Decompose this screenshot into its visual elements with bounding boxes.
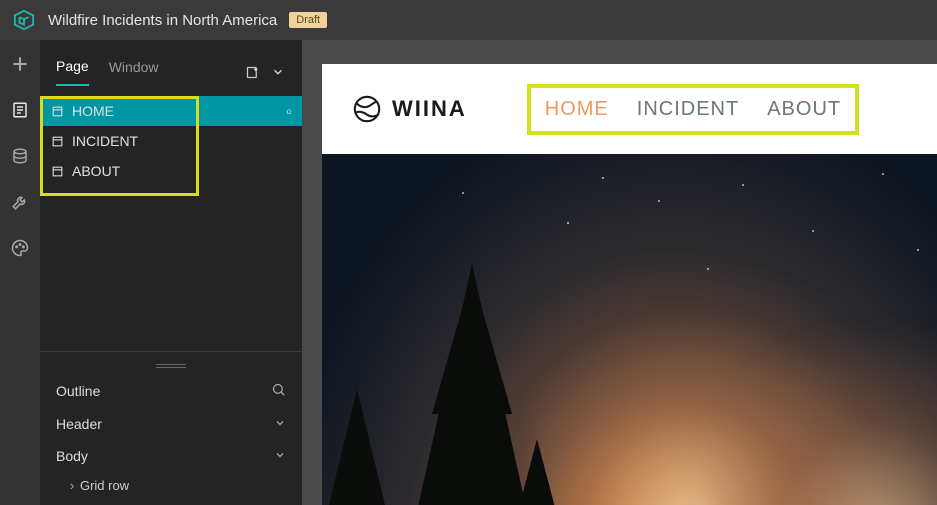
tab-page[interactable]: Page — [56, 58, 89, 86]
outline-title-row[interactable]: Outline — [40, 374, 302, 408]
draft-badge: Draft — [289, 12, 327, 28]
theme-icon[interactable] — [8, 236, 32, 260]
brand: WIINA — [352, 94, 467, 124]
add-page-icon[interactable] — [244, 64, 260, 80]
page-item-about[interactable]: ABOUT — [40, 156, 302, 186]
add-icon[interactable] — [8, 52, 32, 76]
search-icon[interactable] — [271, 382, 286, 400]
page-item-incident[interactable]: INCIDENT — [40, 126, 302, 156]
hero-image — [322, 154, 937, 505]
canvas: WIINA HOME INCIDENT ABOUT — [302, 40, 937, 505]
topbar: Wildfire Incidents in North America Draf… — [0, 0, 937, 40]
app-title: Wildfire Incidents in North America — [48, 12, 277, 29]
home-icon — [286, 103, 302, 119]
outline-header-label: Header — [56, 416, 102, 432]
outline-body-row[interactable]: Body — [40, 440, 302, 472]
chevron-down-icon — [274, 417, 286, 432]
brand-globe-icon — [352, 94, 382, 124]
page-icon — [50, 164, 64, 178]
tools-icon[interactable] — [8, 190, 32, 214]
data-icon[interactable] — [8, 144, 32, 168]
side-tabs: Page Window — [40, 48, 302, 86]
page-label: HOME — [72, 103, 114, 119]
icon-rail — [0, 40, 40, 505]
page-label: INCIDENT — [72, 133, 138, 149]
page-icon — [50, 104, 64, 118]
page-label: ABOUT — [72, 163, 120, 179]
nav-about[interactable]: ABOUT — [767, 98, 841, 121]
chevron-down-icon[interactable] — [270, 64, 286, 80]
side-panel: Page Window HOME — [40, 40, 302, 505]
outline-label: Outline — [56, 383, 100, 399]
tab-window[interactable]: Window — [109, 59, 159, 85]
page-icon — [50, 134, 64, 148]
nav-home[interactable]: HOME — [545, 98, 609, 121]
outline-grid-label: Grid row — [80, 478, 129, 493]
nav-highlight-box: HOME INCIDENT ABOUT — [527, 84, 859, 135]
nav-incident[interactable]: INCIDENT — [637, 98, 739, 121]
outline-body-label: Body — [56, 448, 88, 464]
brand-text: WIINA — [392, 96, 467, 122]
outline-header-row[interactable]: Header — [40, 408, 302, 440]
page-item-home-row[interactable]: HOME — [40, 96, 302, 126]
app-logo-icon — [12, 8, 36, 32]
outline-grid-row[interactable]: Grid row — [40, 472, 302, 499]
outline-panel: Outline Header Body Grid row — [40, 351, 302, 505]
drag-handle[interactable] — [40, 358, 302, 374]
preview-header: WIINA HOME INCIDENT ABOUT — [322, 64, 937, 154]
chevron-down-icon — [274, 449, 286, 464]
pages-icon[interactable] — [8, 98, 32, 122]
